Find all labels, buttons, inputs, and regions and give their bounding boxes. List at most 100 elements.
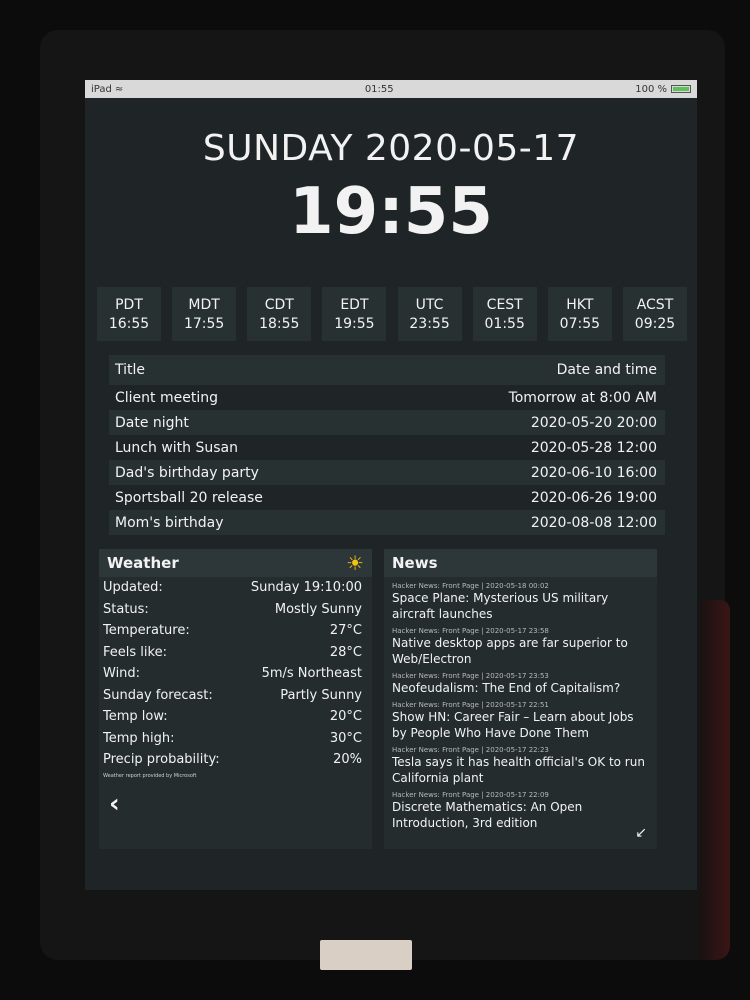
weather-row: Temp low: 20°C	[99, 706, 372, 728]
timezone-abbr: MDT	[188, 296, 220, 313]
events-table: Title Date and time Client meeting Tomorr…	[109, 355, 665, 535]
event-datetime: Tomorrow at 8:00 AM	[508, 389, 657, 406]
battery-percent: 100 %	[635, 83, 667, 95]
news-item[interactable]: Hacker News: Front Page | 2020-05-18 00:…	[384, 582, 657, 622]
weather-credit: Weather report provided by Microsoft	[103, 772, 197, 779]
event-datetime: 2020-05-20 20:00	[530, 414, 657, 431]
weather-row: Updated: Sunday 19:10:00	[99, 577, 372, 599]
timezone-tile: PDT 16:55	[97, 287, 161, 341]
news-item[interactable]: Hacker News: Front Page | 2020-05-17 23:…	[384, 627, 657, 667]
weather-row: Temperature: 27°C	[99, 620, 372, 642]
weather-label: Temperature:	[103, 623, 190, 639]
news-panel: News Hacker News: Front Page | 2020-05-1…	[384, 549, 657, 849]
battery-icon	[671, 85, 691, 93]
news-meta: Hacker News: Front Page | 2020-05-18 00:…	[392, 582, 549, 590]
weather-label: Wind:	[103, 666, 141, 682]
weather-value: Partly Sunny	[280, 687, 362, 703]
timezone-time: 18:55	[259, 315, 300, 332]
timezone-time: 23:55	[409, 315, 450, 332]
sun-icon: ☀	[346, 551, 364, 575]
news-header: News	[384, 549, 657, 577]
news-item[interactable]: Hacker News: Front Page | 2020-05-17 22:…	[384, 701, 657, 741]
weather-value: 20°C	[329, 709, 362, 725]
news-headline[interactable]: Neofeudalism: The End of Capitalism?	[392, 680, 647, 696]
status-time: 01:55	[364, 83, 394, 95]
news-item[interactable]: Hacker News: Front Page | 2020-05-17 23:…	[384, 672, 657, 696]
tablet-case-edge	[700, 600, 730, 960]
weather-row: Status: Mostly Sunny	[99, 599, 372, 621]
weather-header: Weather ☀	[99, 549, 372, 577]
weather-value: Sunday 19:10:00	[250, 580, 362, 596]
weather-value: 30°C	[329, 730, 362, 746]
weather-value: 28°C	[329, 644, 362, 660]
event-datetime: 2020-08-08 12:00	[530, 514, 657, 531]
news-title: News	[392, 554, 438, 572]
chevron-left-icon[interactable]: ‹	[109, 789, 120, 819]
event-title: Mom's birthday	[115, 514, 224, 531]
device-name: iPad	[91, 83, 112, 95]
event-title: Dad's birthday party	[115, 464, 259, 481]
collapse-icon[interactable]: ↙	[635, 825, 647, 841]
status-right: 100 %	[635, 84, 691, 95]
event-row: Date night 2020-05-20 20:00	[109, 410, 665, 435]
weather-value: 27°C	[329, 623, 362, 639]
weather-label: Temp high:	[103, 730, 175, 746]
weather-value: 5m/s Northeast	[261, 666, 362, 682]
timezone-tile: MDT 17:55	[172, 287, 237, 341]
timezone-abbr: CEST	[486, 296, 523, 313]
event-title: Date night	[115, 414, 189, 431]
dashboard-screen: iPad ≈ 01:55 100 % SUNDAY 2020-05-17 19:…	[85, 80, 697, 890]
weather-label: Status:	[103, 601, 149, 617]
timezone-tile: CEST 01:55	[472, 287, 537, 341]
event-datetime: 2020-05-28 12:00	[530, 439, 657, 456]
weather-panel: Weather ☀ Updated: Sunday 19:10:00 Status…	[99, 549, 372, 849]
weather-value: Mostly Sunny	[274, 601, 362, 617]
weather-label: Feels like:	[103, 644, 167, 660]
timezone-time: 07:55	[559, 315, 601, 332]
timezone-abbr: UTC	[415, 296, 444, 313]
timezone-abbr: CDT	[264, 296, 294, 313]
news-item[interactable]: Hacker News: Front Page | 2020-05-17 22:…	[384, 791, 657, 831]
weather-row: Temp high: 30°C	[99, 728, 372, 750]
news-headline[interactable]: Discrete Mathematics: An Open Introducti…	[392, 799, 647, 831]
status-left: iPad ≈	[91, 84, 123, 95]
timezone-abbr: ACST	[636, 296, 674, 313]
news-headline[interactable]: Space Plane: Mysterious US military airc…	[392, 590, 647, 622]
column-header-datetime: Date and time	[556, 362, 657, 378]
current-date: SUNDAY 2020-05-17	[202, 128, 580, 169]
news-headline[interactable]: Native desktop apps are far superior to …	[392, 635, 647, 667]
weather-row: Precip probability: 20%	[99, 749, 372, 771]
wifi-icon: ≈	[114, 83, 124, 95]
timezone-tile: CDT 18:55	[247, 287, 312, 341]
event-row: Client meeting Tomorrow at 8:00 AM	[109, 385, 665, 410]
timezone-abbr: EDT	[340, 296, 369, 313]
charging-cable	[320, 940, 412, 970]
weather-title: Weather	[107, 554, 179, 572]
news-headline[interactable]: Tesla says it has health official's OK t…	[392, 754, 647, 786]
weather-row: Wind: 5m/s Northeast	[99, 663, 372, 685]
news-meta: Hacker News: Front Page | 2020-05-17 22:…	[392, 701, 549, 709]
weather-value: 20%	[333, 752, 362, 768]
news-meta: Hacker News: Front Page | 2020-05-17 23:…	[392, 672, 549, 680]
event-row: Lunch with Susan 2020-05-28 12:00	[109, 435, 665, 460]
event-title: Lunch with Susan	[115, 439, 238, 456]
bottom-panels: Weather ☀ Updated: Sunday 19:10:00 Status…	[99, 549, 657, 849]
news-headline[interactable]: Show HN: Career Fair – Learn about Jobs …	[392, 709, 647, 741]
news-meta: Hacker News: Front Page | 2020-05-17 22:…	[392, 746, 549, 754]
event-row: Dad's birthday party 2020-06-10 16:00	[109, 460, 665, 485]
weather-label: Updated:	[103, 580, 163, 596]
news-item[interactable]: Hacker News: Front Page | 2020-05-17 22:…	[384, 746, 657, 786]
timezone-tile: ACST 09:25	[622, 287, 687, 341]
timezone-time: 09:25	[634, 315, 676, 332]
timezone-time: 01:55	[484, 315, 525, 332]
news-meta: Hacker News: Front Page | 2020-05-17 23:…	[392, 627, 549, 635]
timezone-tile: EDT 19:55	[322, 287, 387, 341]
events-header-row: Title Date and time	[109, 355, 665, 385]
timezone-tile: HKT 07:55	[547, 287, 612, 341]
weather-row: Feels like: 28°C	[99, 642, 372, 664]
timezone-tile: UTC 23:55	[397, 287, 462, 341]
timezone-time: 19:55	[334, 315, 375, 332]
column-header-title: Title	[115, 362, 146, 378]
timezone-row: PDT 16:55 MDT 17:55 CDT 18:55 EDT 19:55 UTC 2…	[97, 287, 687, 341]
weather-label: Temp low:	[103, 709, 168, 725]
